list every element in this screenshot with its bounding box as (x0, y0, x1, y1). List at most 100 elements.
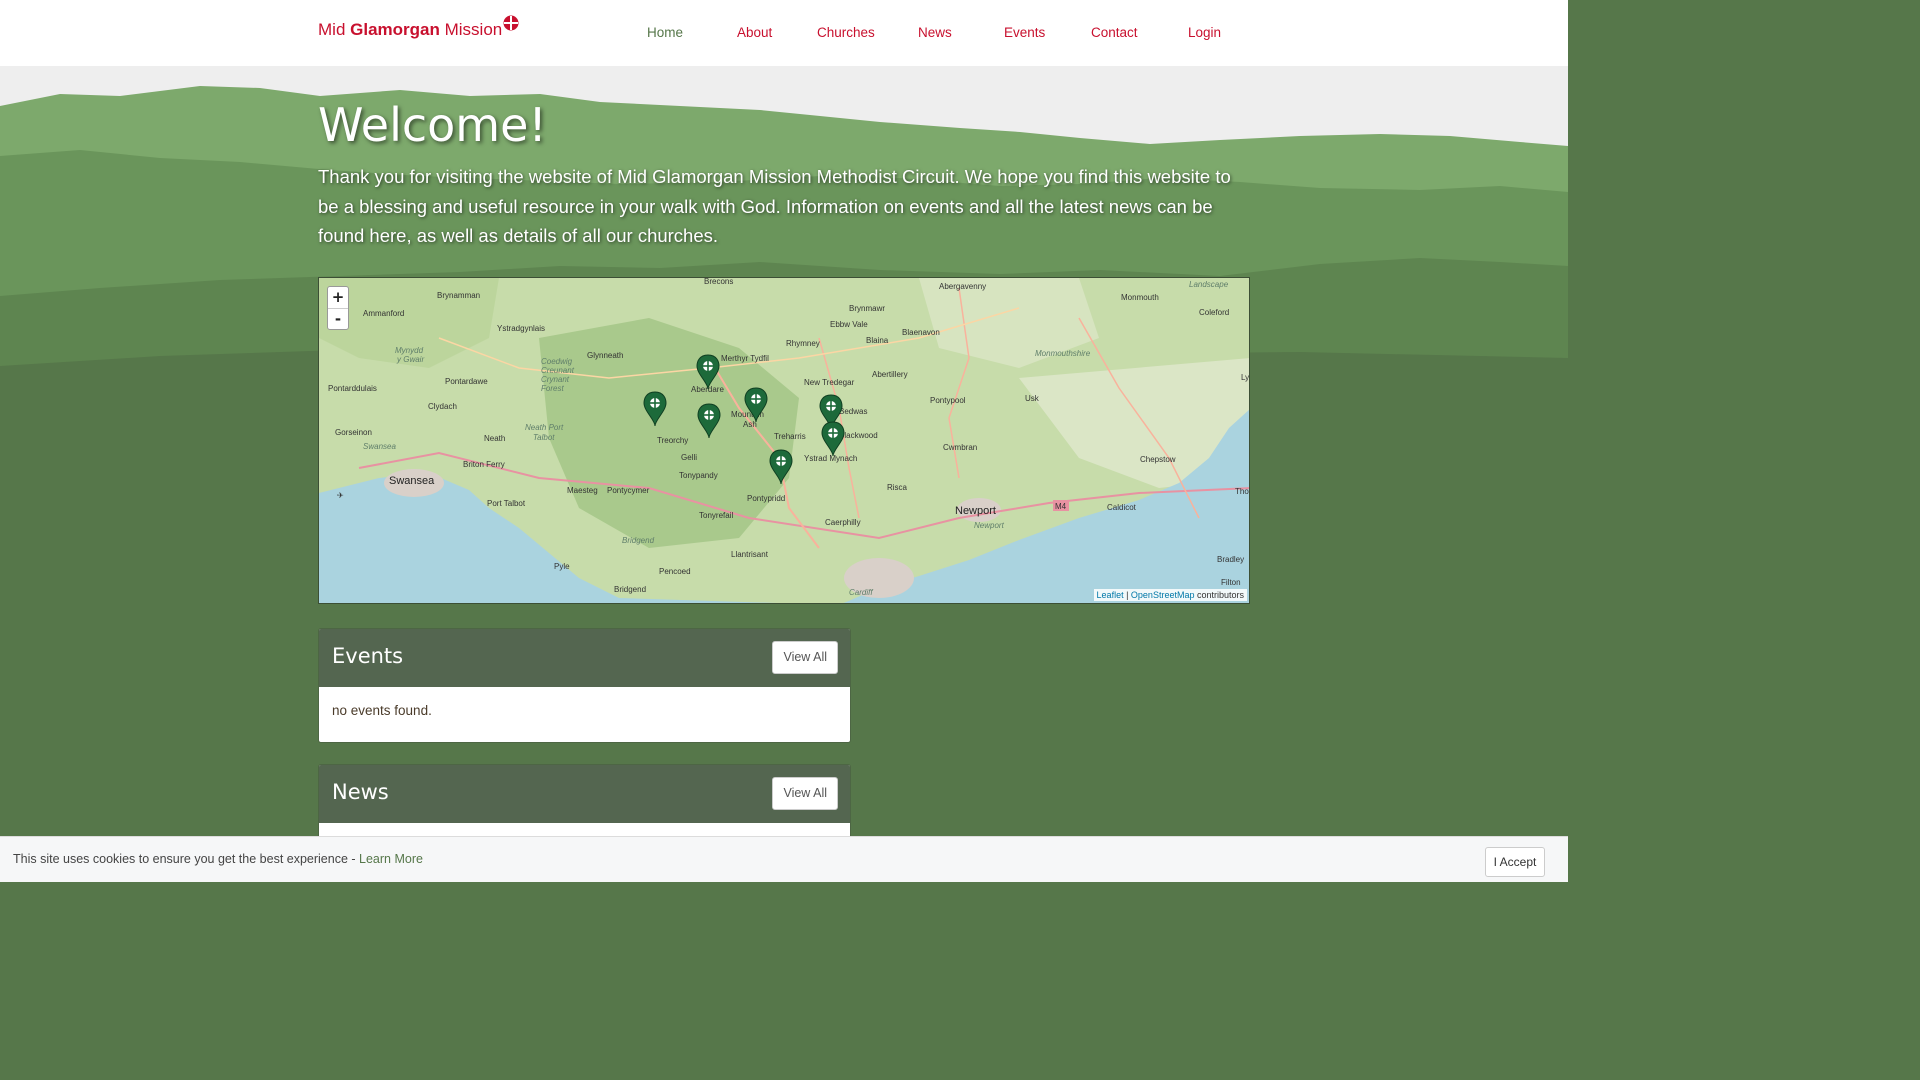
learn-more-link[interactable]: Learn More (359, 852, 423, 866)
attribution-separator: | (1123, 590, 1131, 600)
svg-text:Ash: Ash (743, 420, 757, 429)
logo-bold: Glamorgan (350, 20, 440, 39)
events-card-header: Events View All (319, 629, 850, 687)
map-attribution: Leaflet | OpenStreetMap contributors (1093, 589, 1247, 601)
svg-text:Abertillery: Abertillery (872, 370, 908, 379)
svg-text:Merthyr Tydfil: Merthyr Tydfil (721, 354, 769, 363)
svg-text:Pontypool: Pontypool (930, 396, 966, 405)
svg-text:Pyle: Pyle (554, 562, 570, 571)
logo-suffix: Mission (439, 20, 503, 39)
news-card-header: News View All (319, 765, 850, 823)
nav-churches[interactable]: Churches (817, 25, 875, 40)
site-header: Mid Glamorgan Mission Home About Churche… (0, 0, 1568, 66)
site-logo[interactable]: Mid Glamorgan Mission (318, 20, 502, 40)
svg-text:Treorchy: Treorchy (657, 436, 688, 445)
svg-text:Bridgend: Bridgend (622, 536, 655, 545)
svg-text:Caldicot: Caldicot (1107, 503, 1137, 512)
svg-text:Coedwig: Coedwig (541, 357, 573, 366)
intro-text: Thank you for visiting the website of Mi… (318, 166, 1231, 246)
news-view-all-button[interactable]: View All (772, 777, 838, 810)
svg-text:Monmouthshire: Monmouthshire (1035, 349, 1091, 358)
svg-text:Gorseinon: Gorseinon (335, 428, 372, 437)
cookie-message: This site uses cookies to ensure you get… (13, 852, 423, 866)
events-title: Events (332, 644, 404, 668)
svg-text:Tho: Tho (1235, 487, 1249, 496)
svg-text:Ly: Ly (1241, 373, 1249, 382)
cookie-banner: This site uses cookies to ensure you get… (0, 836, 1568, 882)
svg-text:Tonypandy: Tonypandy (679, 471, 718, 480)
svg-text:Glynneath: Glynneath (587, 351, 623, 360)
svg-text:Coleford: Coleford (1199, 308, 1229, 317)
svg-text:Cwmbran: Cwmbran (943, 443, 977, 452)
nav-events[interactable]: Events (1004, 25, 1045, 40)
svg-text:Ystradgynlais: Ystradgynlais (497, 324, 545, 333)
osm-link[interactable]: OpenStreetMap (1131, 590, 1195, 600)
svg-text:Brynmawr: Brynmawr (849, 304, 885, 313)
svg-text:Blaina: Blaina (866, 336, 889, 345)
cookie-text: This site uses cookies to ensure you get… (13, 852, 360, 866)
svg-text:Port Talbot: Port Talbot (487, 499, 526, 508)
svg-text:Mynydd: Mynydd (395, 346, 424, 355)
svg-text:Neath Port: Neath Port (525, 423, 564, 432)
svg-text:Swansea: Swansea (363, 442, 396, 451)
svg-text:Forest: Forest (541, 384, 564, 393)
svg-text:Llantrisant: Llantrisant (731, 550, 769, 559)
svg-text:Newport: Newport (974, 521, 1005, 530)
svg-text:Ystrad Mynach: Ystrad Mynach (804, 454, 857, 463)
svg-text:Rhymney: Rhymney (786, 339, 820, 348)
map-tiles[interactable]: Brynamman Ammanford Ystradgynlais Glynne… (319, 278, 1250, 604)
svg-text:Maesteg: Maesteg (567, 486, 598, 495)
svg-text:Bradley: Bradley (1217, 555, 1244, 564)
svg-text:Bridgend: Bridgend (614, 585, 646, 594)
nav-login[interactable]: Login (1188, 25, 1221, 40)
svg-text:Landscape: Landscape (1189, 280, 1229, 289)
nav-about[interactable]: About (737, 25, 772, 40)
svg-text:Filton: Filton (1221, 578, 1241, 587)
svg-text:Creunant: Creunant (541, 366, 575, 375)
svg-text:Usk: Usk (1025, 394, 1040, 403)
svg-text:Pontarddulais: Pontarddulais (328, 384, 377, 393)
svg-text:y Gwair: y Gwair (396, 355, 424, 364)
svg-text:✈: ✈ (337, 491, 344, 500)
nav-home[interactable]: Home (647, 25, 683, 40)
news-title: News (332, 780, 389, 804)
svg-text:Monmouth: Monmouth (1121, 293, 1159, 302)
svg-text:Risca: Risca (887, 483, 908, 492)
zoom-in-button[interactable]: + (328, 287, 348, 308)
events-empty-message: no events found. (332, 703, 432, 718)
svg-text:Brecons: Brecons (704, 278, 733, 286)
svg-text:M4: M4 (1055, 502, 1067, 511)
accept-cookies-button[interactable]: I Accept (1485, 847, 1545, 877)
zoom-out-button[interactable]: - (328, 308, 348, 329)
svg-text:Blaenavon: Blaenavon (902, 328, 940, 337)
svg-text:Pontypridd: Pontypridd (747, 494, 785, 503)
churches-map[interactable]: Brynamman Ammanford Ystradgynlais Glynne… (318, 277, 1250, 604)
svg-text:Ebbw Vale: Ebbw Vale (830, 320, 868, 329)
svg-text:Caerphilly: Caerphilly (825, 518, 861, 527)
zoom-control: + - (327, 286, 349, 330)
page-title: Welcome! (318, 98, 547, 152)
methodist-cross-icon (503, 15, 519, 31)
svg-text:Pontycymer: Pontycymer (607, 486, 650, 495)
svg-text:Swansea: Swansea (389, 475, 435, 487)
leaflet-link[interactable]: Leaflet (1097, 590, 1124, 600)
svg-text:Briton Ferry: Briton Ferry (463, 460, 505, 469)
svg-text:Newport: Newport (955, 505, 996, 517)
nav-news[interactable]: News (918, 25, 952, 40)
svg-text:Treharris: Treharris (774, 432, 806, 441)
svg-text:Pencoed: Pencoed (659, 567, 691, 576)
svg-text:Talbot: Talbot (533, 433, 555, 442)
events-card: Events View All no events found. (318, 628, 851, 743)
svg-text:Gelli: Gelli (681, 453, 697, 462)
events-view-all-button[interactable]: View All (772, 641, 838, 674)
logo-prefix: Mid (318, 20, 351, 39)
svg-text:Abergavenny: Abergavenny (939, 282, 986, 291)
svg-text:Cardiff: Cardiff (849, 588, 873, 597)
svg-text:Crynant: Crynant (541, 375, 570, 384)
svg-text:Blackwood: Blackwood (839, 431, 878, 440)
svg-text:Neath: Neath (484, 434, 505, 443)
svg-text:Chepstow: Chepstow (1140, 455, 1176, 464)
svg-text:Tonyrefail: Tonyrefail (699, 511, 733, 520)
svg-text:Ammanford: Ammanford (363, 309, 404, 318)
nav-contact[interactable]: Contact (1091, 25, 1138, 40)
